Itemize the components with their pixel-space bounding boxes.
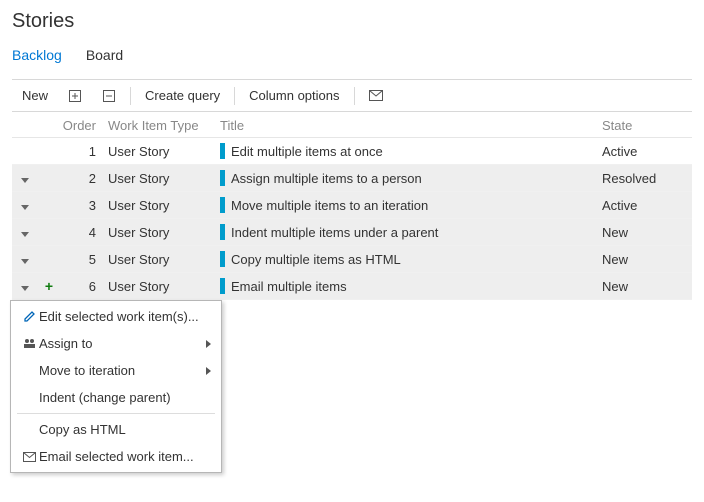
ctx-copy-html[interactable]: Copy as HTML: [11, 416, 221, 443]
chevron-right-icon: [206, 367, 211, 375]
cell-order: 2: [60, 171, 108, 186]
pencil-icon: [19, 310, 39, 323]
mail-icon: [369, 89, 383, 103]
header-title[interactable]: Title: [220, 118, 602, 133]
cell-type: User Story: [108, 252, 220, 267]
ctx-edit[interactable]: Edit selected work item(s)...: [11, 303, 221, 330]
table-row[interactable]: 1User StoryEdit multiple items at onceAc…: [12, 138, 692, 165]
ctx-separator: [17, 413, 215, 414]
cell-type: User Story: [108, 279, 220, 294]
cell-state: Active: [602, 144, 692, 159]
cell-type: User Story: [108, 198, 220, 213]
chevron-down-icon[interactable]: [21, 178, 29, 183]
cell-type: User Story: [108, 225, 220, 240]
email-button[interactable]: [359, 85, 393, 107]
cell-order: 5: [60, 252, 108, 267]
ctx-copy-label: Copy as HTML: [39, 422, 211, 437]
cell-title[interactable]: Indent multiple items under a parent: [220, 224, 602, 240]
ctx-indent-label: Indent (change parent): [39, 390, 211, 405]
work-item-color-bar: [220, 224, 225, 240]
ctx-indent[interactable]: Indent (change parent): [11, 384, 221, 411]
chevron-right-icon: [206, 340, 211, 348]
ctx-edit-label: Edit selected work item(s)...: [39, 309, 211, 324]
cell-type: User Story: [108, 144, 220, 159]
table-row[interactable]: 3User StoryMove multiple items to an ite…: [12, 192, 692, 219]
work-item-color-bar: [220, 143, 225, 159]
plus-box-icon: [68, 89, 82, 103]
cell-title[interactable]: Edit multiple items at once: [220, 143, 602, 159]
table-row[interactable]: 2User StoryAssign multiple items to a pe…: [12, 165, 692, 192]
create-query-button[interactable]: Create query: [135, 84, 230, 107]
cell-state: Resolved: [602, 171, 692, 186]
page-title: Stories: [12, 10, 692, 33]
context-menu: Edit selected work item(s)... Assign to …: [10, 300, 222, 473]
cell-order: 3: [60, 198, 108, 213]
add-icon[interactable]: +: [45, 278, 53, 294]
chevron-down-icon[interactable]: [21, 286, 29, 291]
tab-backlog[interactable]: Backlog: [12, 47, 62, 67]
cell-title[interactable]: Copy multiple items as HTML: [220, 251, 602, 267]
work-item-color-bar: [220, 278, 225, 294]
chevron-down-icon[interactable]: [21, 259, 29, 264]
mail-icon: [19, 452, 39, 462]
expand-button[interactable]: [58, 85, 92, 107]
cell-order: 6: [60, 279, 108, 294]
toolbar-separator: [130, 87, 131, 105]
tab-bar: Backlog Board: [12, 47, 692, 67]
new-button[interactable]: New: [12, 84, 58, 107]
work-item-color-bar: [220, 170, 225, 186]
work-item-color-bar: [220, 251, 225, 267]
chevron-down-icon[interactable]: [21, 205, 29, 210]
work-item-color-bar: [220, 197, 225, 213]
cell-type: User Story: [108, 171, 220, 186]
header-order[interactable]: Order: [60, 118, 108, 133]
new-label: New: [22, 88, 48, 103]
header-type[interactable]: Work Item Type: [108, 118, 220, 133]
toolbar-separator: [354, 87, 355, 105]
ctx-email[interactable]: Email selected work item...: [11, 443, 221, 470]
table-row[interactable]: 4User StoryIndent multiple items under a…: [12, 219, 692, 246]
grid-header: Order Work Item Type Title State: [12, 112, 692, 138]
minus-box-icon: [102, 89, 116, 103]
tab-board[interactable]: Board: [86, 47, 123, 67]
column-options-button[interactable]: Column options: [239, 84, 349, 107]
cell-title[interactable]: Email multiple items: [220, 278, 602, 294]
ctx-move-label: Move to iteration: [39, 363, 200, 378]
header-state[interactable]: State: [602, 118, 692, 133]
cell-order: 4: [60, 225, 108, 240]
cell-state: New: [602, 252, 692, 267]
people-icon: [19, 338, 39, 349]
ctx-assign-label: Assign to: [39, 336, 200, 351]
table-row[interactable]: +6User StoryEmail multiple itemsNew: [12, 273, 692, 300]
ctx-email-label: Email selected work item...: [39, 449, 211, 464]
cell-title[interactable]: Assign multiple items to a person: [220, 170, 602, 186]
cell-state: New: [602, 279, 692, 294]
ctx-move[interactable]: Move to iteration: [11, 357, 221, 384]
cell-state: Active: [602, 198, 692, 213]
cell-state: New: [602, 225, 692, 240]
cell-order: 1: [60, 144, 108, 159]
table-row[interactable]: 5User StoryCopy multiple items as HTMLNe…: [12, 246, 692, 273]
ctx-assign[interactable]: Assign to: [11, 330, 221, 357]
toolbar: New Create query Column options: [12, 79, 692, 112]
chevron-down-icon[interactable]: [21, 232, 29, 237]
toolbar-separator: [234, 87, 235, 105]
cell-title[interactable]: Move multiple items to an iteration: [220, 197, 602, 213]
collapse-button[interactable]: [92, 85, 126, 107]
backlog-grid: Order Work Item Type Title State 1User S…: [12, 112, 692, 300]
